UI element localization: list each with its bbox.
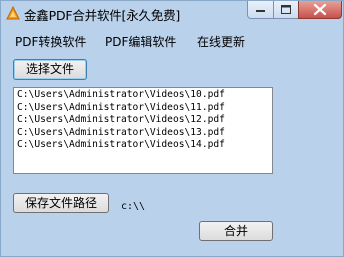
app-logo-icon (6, 6, 20, 20)
merge-button[interactable]: 合并 (199, 221, 273, 241)
app-window: 金鑫PDF合并软件[永久免费] PDF转换软件 PDF编辑软件 在线更新 选择文… (0, 0, 344, 257)
window-title: 金鑫PDF合并软件[永久免费] (24, 8, 181, 23)
menu-item-pdf-edit[interactable]: PDF编辑软件 (105, 33, 176, 50)
list-item[interactable]: C:\Users\Administrator\Videos\13.pdf (17, 127, 272, 140)
close-button[interactable] (298, 1, 342, 19)
list-item[interactable]: C:\Users\Administrator\Videos\12.pdf (17, 114, 272, 127)
maximize-button[interactable] (273, 1, 299, 19)
list-item[interactable]: C:\Users\Administrator\Videos\14.pdf (17, 139, 272, 152)
list-item[interactable]: C:\Users\Administrator\Videos\10.pdf (17, 89, 272, 102)
minimize-icon (256, 10, 265, 12)
menu-item-online-update[interactable]: 在线更新 (197, 33, 245, 50)
menu-item-pdf-convert[interactable]: PDF转换软件 (15, 33, 86, 50)
minimize-button[interactable] (247, 1, 274, 19)
save-path-label: c:\\ (121, 201, 146, 212)
select-file-button[interactable]: 选择文件 (13, 59, 87, 80)
save-path-button[interactable]: 保存文件路径 (13, 193, 109, 213)
list-item[interactable]: C:\Users\Administrator\Videos\11.pdf (17, 102, 272, 115)
maximize-icon (281, 5, 291, 14)
title-bar[interactable]: 金鑫PDF合并软件[永久免费] (1, 1, 343, 27)
close-icon (313, 3, 327, 16)
file-list[interactable]: C:\Users\Administrator\Videos\10.pdf C:\… (13, 87, 273, 174)
menu-bar: PDF转换软件 PDF编辑软件 在线更新 (1, 31, 343, 51)
